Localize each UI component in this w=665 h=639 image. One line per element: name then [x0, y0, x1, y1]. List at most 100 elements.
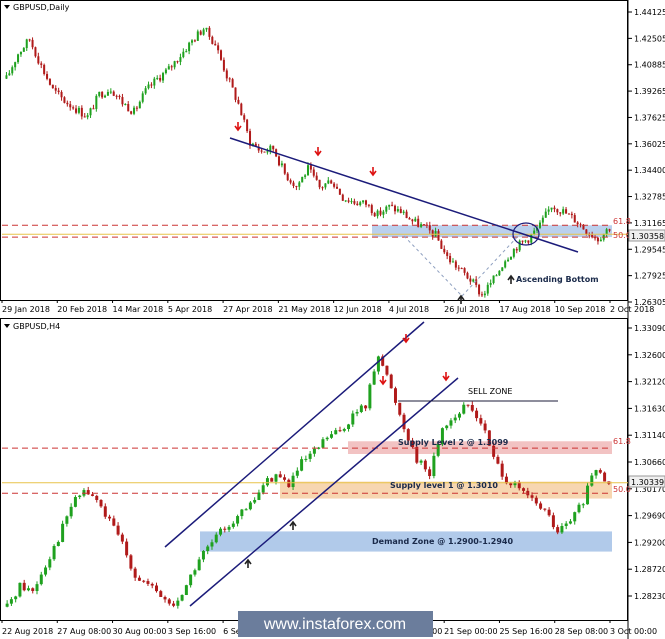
candle-body — [396, 209, 399, 212]
candle-body — [432, 455, 436, 477]
candle-body — [475, 410, 479, 419]
candle-body — [309, 165, 312, 170]
candle-body — [522, 488, 526, 491]
candle-body — [5, 603, 9, 607]
candle-body — [153, 78, 156, 86]
candle-body — [598, 470, 602, 473]
daily-title-text: GBPUSD,Daily — [13, 3, 70, 12]
daily-candles — [5, 26, 611, 298]
candle-body — [159, 77, 162, 81]
x-tick-label: 12 Jun 2018 — [334, 305, 382, 314]
candle-body — [498, 270, 501, 276]
candle-body — [197, 559, 201, 571]
x-tick-label: 30 Aug 00:00 — [113, 627, 167, 636]
candle-body — [142, 580, 146, 582]
candle-body — [579, 224, 582, 226]
candle-body — [414, 218, 417, 222]
candle-body — [333, 183, 336, 187]
candle-body — [246, 119, 249, 132]
candle-body — [415, 447, 419, 463]
candle-body — [312, 448, 316, 454]
candle-body — [553, 207, 556, 210]
candle-body — [295, 185, 298, 187]
candle-body — [191, 40, 194, 43]
daily-dashed-line — [403, 235, 463, 297]
candle-body — [103, 506, 107, 517]
candle-body — [129, 555, 133, 569]
candle-body — [69, 506, 73, 517]
candle-body — [173, 61, 176, 68]
candle-body — [104, 95, 107, 98]
candle-body — [462, 404, 466, 414]
candle-body — [393, 388, 397, 403]
h4-title: GBPUSD,H4 — [4, 322, 60, 331]
candle-body — [408, 218, 411, 220]
candle-body — [19, 51, 22, 55]
h4-fib-50-label: 50.0 — [613, 485, 631, 494]
candle-body — [283, 477, 287, 480]
candle-body — [551, 515, 555, 528]
candle-body — [353, 201, 356, 204]
candle-body — [163, 596, 167, 600]
candle-body — [559, 212, 562, 214]
candle-body — [65, 516, 69, 524]
candle-body — [108, 516, 112, 519]
candle-body — [231, 523, 235, 527]
candle-body — [586, 485, 590, 505]
candle-body — [556, 527, 560, 533]
candle-body — [48, 559, 52, 568]
candle-body — [385, 365, 389, 375]
candle-body — [560, 526, 564, 533]
candle-body — [437, 231, 440, 241]
candle-body — [440, 240, 443, 249]
y-tick-label: 1.36025 — [634, 140, 665, 149]
candle-body — [449, 420, 453, 426]
candle-body — [116, 525, 120, 535]
candle-body — [121, 97, 124, 105]
candle-body — [562, 209, 565, 214]
candle-body — [457, 267, 460, 269]
x-tick-label: 4 Jul 2018 — [389, 305, 429, 314]
candle-body — [603, 472, 607, 482]
candle-body — [118, 95, 121, 98]
candle-body — [308, 453, 312, 459]
candle-body — [479, 418, 483, 424]
candle-body — [223, 528, 227, 530]
candle-body — [608, 229, 611, 231]
candle-body — [99, 499, 103, 507]
h4-panel-frame — [0, 318, 628, 621]
candle-body — [449, 255, 452, 263]
candle-body — [73, 497, 77, 507]
x-tick-label: 21 Sep 00:00 — [444, 627, 497, 636]
candle-body — [124, 104, 127, 106]
candle-body — [577, 504, 581, 513]
candle-body — [321, 187, 324, 189]
y-tick-label: 1.44125 — [634, 8, 665, 17]
watermark-text: www.instaforex.com — [263, 616, 406, 633]
candle-body — [570, 213, 573, 216]
candle-body — [483, 423, 487, 431]
daily-current-price: 1.30358 — [631, 232, 664, 241]
candle-body — [388, 204, 391, 207]
candle-body — [130, 111, 133, 114]
candle-body — [347, 200, 350, 202]
candle-body — [133, 107, 136, 114]
candle-body — [265, 478, 269, 486]
candle-body — [347, 424, 351, 430]
candle-body — [556, 209, 559, 213]
candle-body — [244, 509, 248, 511]
candle-body — [261, 485, 265, 493]
y-tick-label: 1.31165 — [634, 219, 665, 228]
down-arrow-icon — [442, 372, 450, 382]
h4-y-ticks: 1.33090 1.32600 1.32120 1.31630 1.31140 1.306… — [628, 324, 665, 601]
candle-body — [376, 210, 379, 217]
candle-body — [379, 210, 382, 215]
candle-body — [86, 115, 89, 118]
candle-body — [370, 205, 373, 214]
candle-body — [80, 107, 83, 117]
chevron-down-icon — [4, 324, 10, 328]
candle-body — [237, 99, 240, 104]
candle-body — [547, 209, 550, 212]
candle-body — [565, 209, 568, 214]
candle-body — [393, 205, 397, 212]
